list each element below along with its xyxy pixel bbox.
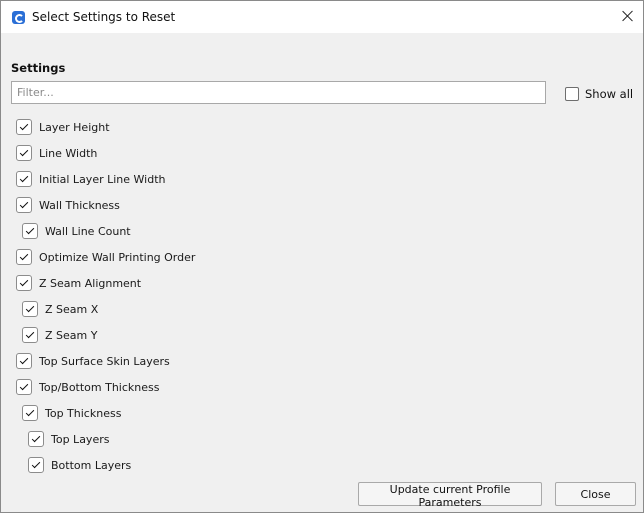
setting-top-thickness[interactable]: Top Thickness: [22, 404, 121, 422]
setting-z-seam-y[interactable]: Z Seam Y: [22, 326, 97, 344]
setting-label: Bottom Layers: [51, 458, 132, 472]
setting-top-surface-skin-layers[interactable]: Top Surface Skin Layers: [16, 352, 170, 370]
setting-top-layers[interactable]: Top Layers: [28, 430, 109, 448]
setting-bottom-layers[interactable]: Bottom Layers: [28, 456, 131, 474]
checkbox-checked-icon[interactable]: [16, 171, 32, 187]
checkbox-checked-icon[interactable]: [16, 379, 32, 395]
setting-label: Top Surface Skin Layers: [39, 354, 170, 368]
setting-z-seam-alignment[interactable]: Z Seam Alignment: [16, 274, 141, 292]
dialog-title: Select Settings to Reset: [32, 10, 176, 24]
show-all-toggle[interactable]: Show all: [565, 87, 633, 101]
setting-wall-line-count[interactable]: Wall Line Count: [22, 222, 131, 240]
update-profile-button[interactable]: Update current Profile Parameters: [358, 482, 542, 509]
checkbox-checked-icon[interactable]: [22, 327, 38, 343]
setting-wall-thickness[interactable]: Wall Thickness: [16, 196, 120, 214]
filter-input[interactable]: [11, 81, 546, 104]
title-bar: Select Settings to Reset: [1, 1, 643, 33]
setting-label: Wall Line Count: [45, 224, 131, 238]
setting-label: Wall Thickness: [39, 198, 120, 212]
checkbox-checked-icon[interactable]: [28, 457, 44, 473]
checkbox-checked-icon[interactable]: [16, 249, 32, 265]
setting-label: Initial Layer Line Width: [39, 172, 166, 186]
setting-label: Z Seam Y: [45, 328, 98, 342]
setting-layer-height[interactable]: Layer Height: [16, 118, 110, 136]
checkbox-checked-icon[interactable]: [22, 223, 38, 239]
app-logo-icon: [12, 11, 25, 24]
setting-label: Top Thickness: [45, 406, 122, 420]
setting-label: Optimize Wall Printing Order: [39, 250, 196, 264]
show-all-label: Show all: [585, 87, 634, 101]
setting-label: Z Seam X: [45, 302, 99, 316]
setting-initial-layer-line-width[interactable]: Initial Layer Line Width: [16, 170, 165, 188]
setting-label: Top/Bottom Thickness: [39, 380, 160, 394]
setting-z-seam-x[interactable]: Z Seam X: [22, 300, 98, 318]
setting-top-bottom-thickness[interactable]: Top/Bottom Thickness: [16, 378, 159, 396]
setting-line-width[interactable]: Line Width: [16, 144, 97, 162]
close-icon[interactable]: [617, 6, 639, 28]
close-button[interactable]: Close: [555, 482, 636, 506]
checkbox-checked-icon[interactable]: [16, 119, 32, 135]
checkbox-checked-icon[interactable]: [22, 405, 38, 421]
checkbox-checked-icon[interactable]: [28, 431, 44, 447]
setting-label: Line Width: [39, 146, 98, 160]
setting-label: Top Layers: [51, 432, 110, 446]
checkbox-checked-icon[interactable]: [16, 197, 32, 213]
checkbox-checked-icon[interactable]: [16, 145, 32, 161]
checkbox-checked-icon[interactable]: [16, 353, 32, 369]
setting-label: Layer Height: [39, 120, 110, 134]
settings-heading: Settings: [11, 61, 66, 75]
checkbox-checked-icon[interactable]: [16, 275, 32, 291]
setting-label: Z Seam Alignment: [39, 276, 142, 290]
show-all-checkbox[interactable]: [565, 87, 579, 101]
checkbox-checked-icon[interactable]: [22, 301, 38, 317]
dialog-window: Select Settings to Reset Settings Show a…: [0, 0, 644, 513]
setting-optimize-wall-printing-order[interactable]: Optimize Wall Printing Order: [16, 248, 195, 266]
